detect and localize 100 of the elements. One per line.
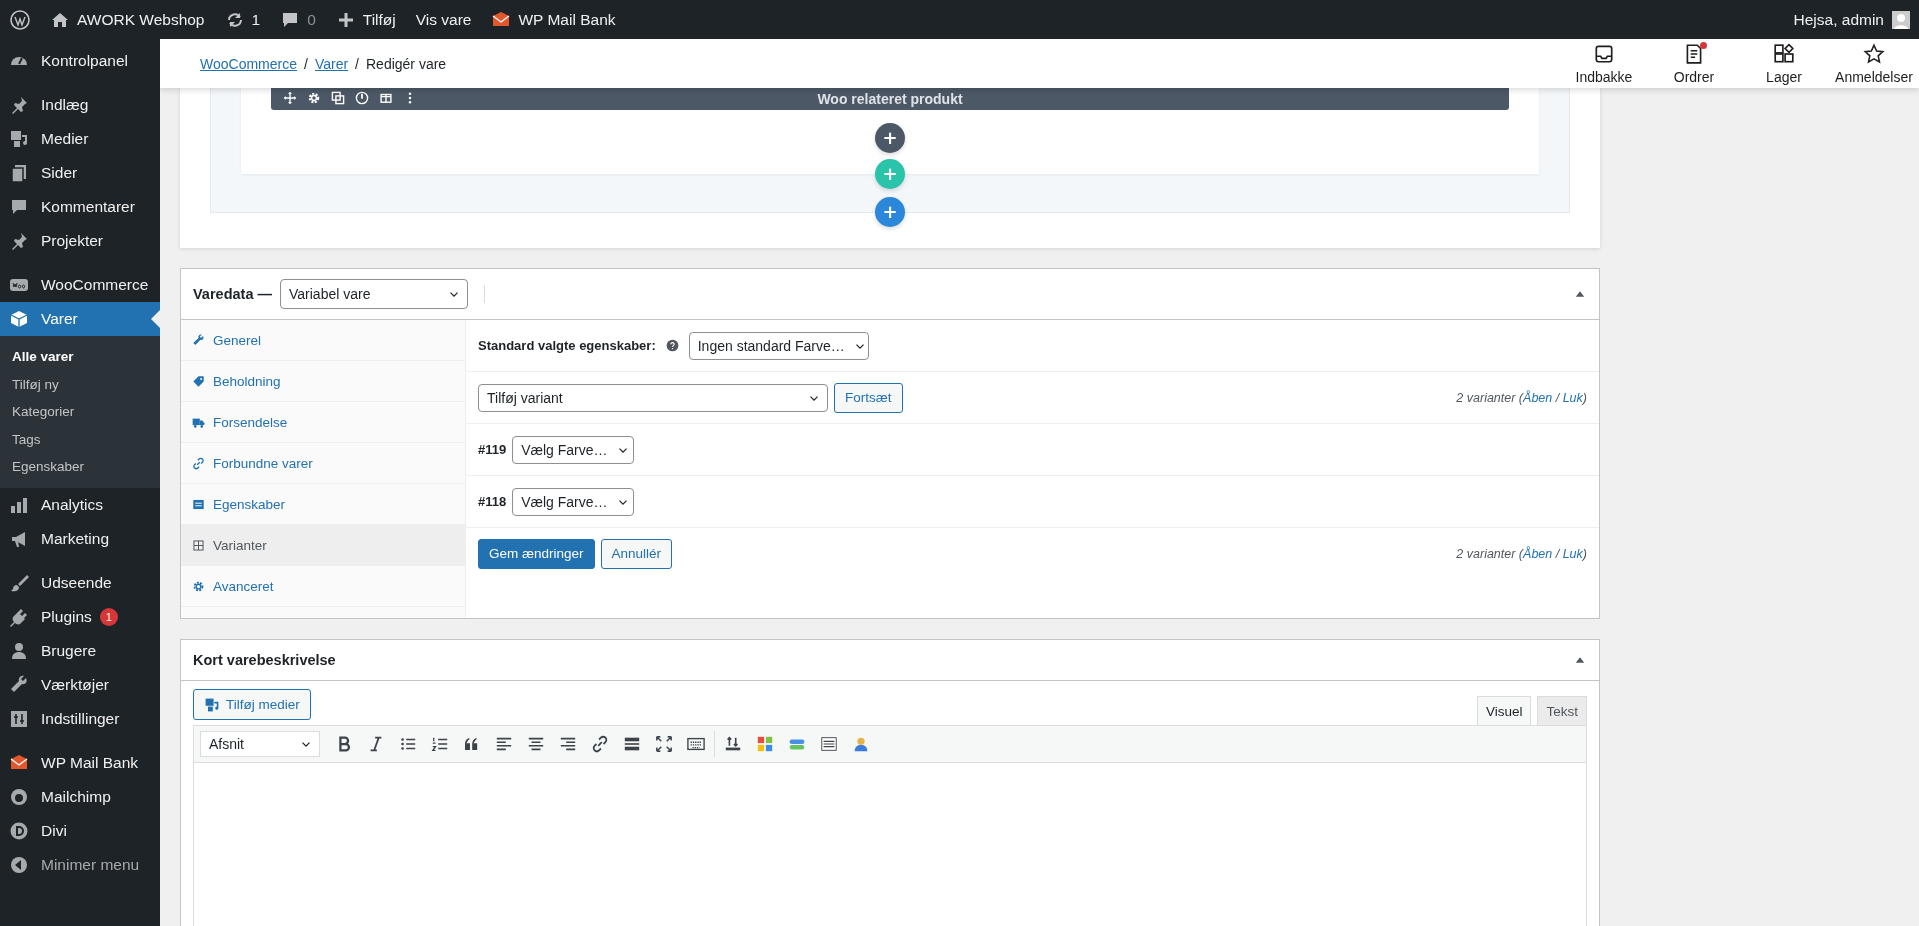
- submenu-item[interactable]: Tilføj ny: [0, 370, 160, 398]
- account-link[interactable]: Hejsa, admin: [1793, 9, 1911, 30]
- fullscreen-icon: [655, 735, 673, 753]
- menu-item[interactable]: WooCommerce: [0, 268, 160, 302]
- settings-icon: [307, 91, 321, 105]
- align-left-icon: [495, 735, 513, 753]
- breadcrumb-link[interactable]: WooCommerce: [200, 55, 297, 72]
- link-icon: [591, 735, 609, 753]
- menu-item[interactable]: Kontrolpanel: [0, 44, 160, 78]
- link-icon: [192, 456, 205, 470]
- collapse-icon: [9, 854, 29, 875]
- toggle-link[interactable]: Luk: [1562, 390, 1583, 405]
- breadcrumb-link[interactable]: Varer: [314, 55, 349, 72]
- product-data-tab[interactable]: Avanceret: [181, 566, 465, 607]
- menu-item[interactable]: Medier: [0, 122, 160, 156]
- submenu-item[interactable]: Kategorier: [0, 398, 160, 426]
- menu-item[interactable]: Kommentarer: [0, 190, 160, 224]
- numbered-list-icon: [431, 735, 449, 753]
- mail-bank-link[interactable]: WP Mail Bank: [491, 9, 616, 30]
- attribute-select[interactable]: Vælg Farve…: [512, 435, 635, 464]
- attribute-select[interactable]: Vælg Farve…: [512, 487, 635, 516]
- menu-item[interactable]: Indlæg: [0, 88, 160, 122]
- list-card-icon: [192, 497, 205, 511]
- wrench-icon: [9, 674, 29, 695]
- format-select[interactable]: Afsnit: [200, 731, 320, 757]
- product-data-tab[interactable]: Forbundne varer: [181, 443, 465, 484]
- default-attribute-select[interactable]: Ingen standard Farve…: [688, 331, 869, 360]
- field-label: Standard valgte egenskaber:: [478, 338, 656, 353]
- breadcrumb-separator: /: [355, 55, 359, 72]
- add-button[interactable]: +: [875, 197, 905, 227]
- continue-button[interactable]: Fortsæt: [834, 382, 903, 413]
- submenu-item[interactable]: Egenskaber: [0, 453, 160, 481]
- add-media-button[interactable]: Tilføj medier: [193, 689, 311, 720]
- power-icon: [355, 91, 369, 105]
- toggle-link[interactable]: Åben: [1523, 390, 1553, 405]
- menu-item[interactable]: Brugere: [0, 633, 160, 668]
- person-icon: [852, 735, 870, 753]
- menu-item[interactable]: Indstillinger: [0, 701, 160, 736]
- header-action-link[interactable]: Ordrer: [1649, 39, 1739, 88]
- add-button[interactable]: +: [875, 123, 905, 153]
- sliders-icon: [9, 708, 29, 729]
- submenu-item[interactable]: Tags: [0, 425, 160, 453]
- menu-item[interactable]: Marketing: [0, 521, 160, 556]
- avatar-icon: [1891, 9, 1911, 30]
- comment-icon: [9, 197, 29, 217]
- editor-tab[interactable]: Tekst: [1537, 696, 1587, 725]
- cancel-button[interactable]: Annullér: [600, 538, 673, 569]
- toggle-link[interactable]: Luk: [1562, 546, 1583, 561]
- menu-item[interactable]: Mailchimp: [0, 779, 160, 814]
- comments-link[interactable]: 0: [280, 9, 316, 30]
- align-center-icon: [527, 735, 545, 753]
- product-data-tab[interactable]: Varianter: [181, 525, 465, 566]
- bulleted-list-icon: [399, 735, 417, 753]
- submenu-item[interactable]: Alle varer: [0, 343, 160, 371]
- new-content-link[interactable]: Tilføj: [335, 9, 396, 30]
- editor-tab[interactable]: Visuel: [1476, 696, 1532, 725]
- color-squares-icon: [756, 735, 774, 753]
- menu-item[interactable]: Værktøjer: [0, 667, 160, 702]
- add-variation-select[interactable]: Tilføj variant: [478, 383, 828, 412]
- product-data-tab[interactable]: Generel: [181, 320, 465, 361]
- menu-item[interactable]: Udseende: [0, 565, 160, 600]
- product-data-tab[interactable]: Forsendelse: [181, 402, 465, 443]
- brush-icon: [9, 572, 29, 593]
- menu-item[interactable]: Minimer menu: [0, 847, 160, 882]
- menu-item[interactable]: Varer: [0, 302, 160, 336]
- view-product-link[interactable]: Vis vare: [415, 10, 472, 29]
- menu-item[interactable]: Divi: [0, 813, 160, 848]
- read-more-icon: [623, 735, 641, 753]
- media-icon: [204, 696, 220, 713]
- module-title: Woo relateret produkt: [817, 91, 963, 107]
- keyboard-icon: [687, 735, 705, 753]
- plug-icon: [9, 606, 29, 627]
- panel-title: Kort varebeskrivelse: [193, 652, 336, 668]
- help-icon: [665, 339, 679, 352]
- menu-item[interactable]: Plugins 1: [0, 599, 160, 634]
- duplicate-icon: [331, 91, 345, 105]
- updates-link[interactable]: 1: [224, 9, 261, 30]
- blocks-icon: [1773, 42, 1795, 65]
- menu-item[interactable]: Projekter: [0, 224, 160, 258]
- variation-id: #119: [478, 442, 507, 457]
- count-badge: 1: [99, 607, 118, 626]
- header-action-link[interactable]: Anmeldelser: [1829, 39, 1919, 88]
- save-button[interactable]: Gem ændringer: [478, 538, 595, 569]
- box-icon: [9, 309, 29, 329]
- product-data-tab[interactable]: Beholdning: [181, 361, 465, 402]
- header-action-link[interactable]: Lager: [1739, 39, 1829, 88]
- star-icon: [1863, 42, 1885, 65]
- toggle-link[interactable]: Åben: [1523, 546, 1553, 561]
- text-lines-icon: [820, 735, 838, 753]
- inbox-icon: [1593, 42, 1615, 65]
- variation-count: 2 varianter (Åben / Luk): [1456, 390, 1587, 405]
- menu-item[interactable]: WP Mail Bank: [0, 745, 160, 780]
- menu-item[interactable]: Analytics: [0, 487, 160, 522]
- header-action-link[interactable]: Indbakke: [1559, 39, 1649, 88]
- tag-icon: [192, 374, 205, 388]
- grid-icon: [192, 538, 205, 552]
- site-name-link[interactable]: AWORK Webshop: [50, 9, 205, 30]
- menu-item[interactable]: Sider: [0, 156, 160, 190]
- wordpress-logo-icon: [10, 9, 30, 30]
- product-type-select[interactable]: Variabel vare: [280, 279, 468, 309]
